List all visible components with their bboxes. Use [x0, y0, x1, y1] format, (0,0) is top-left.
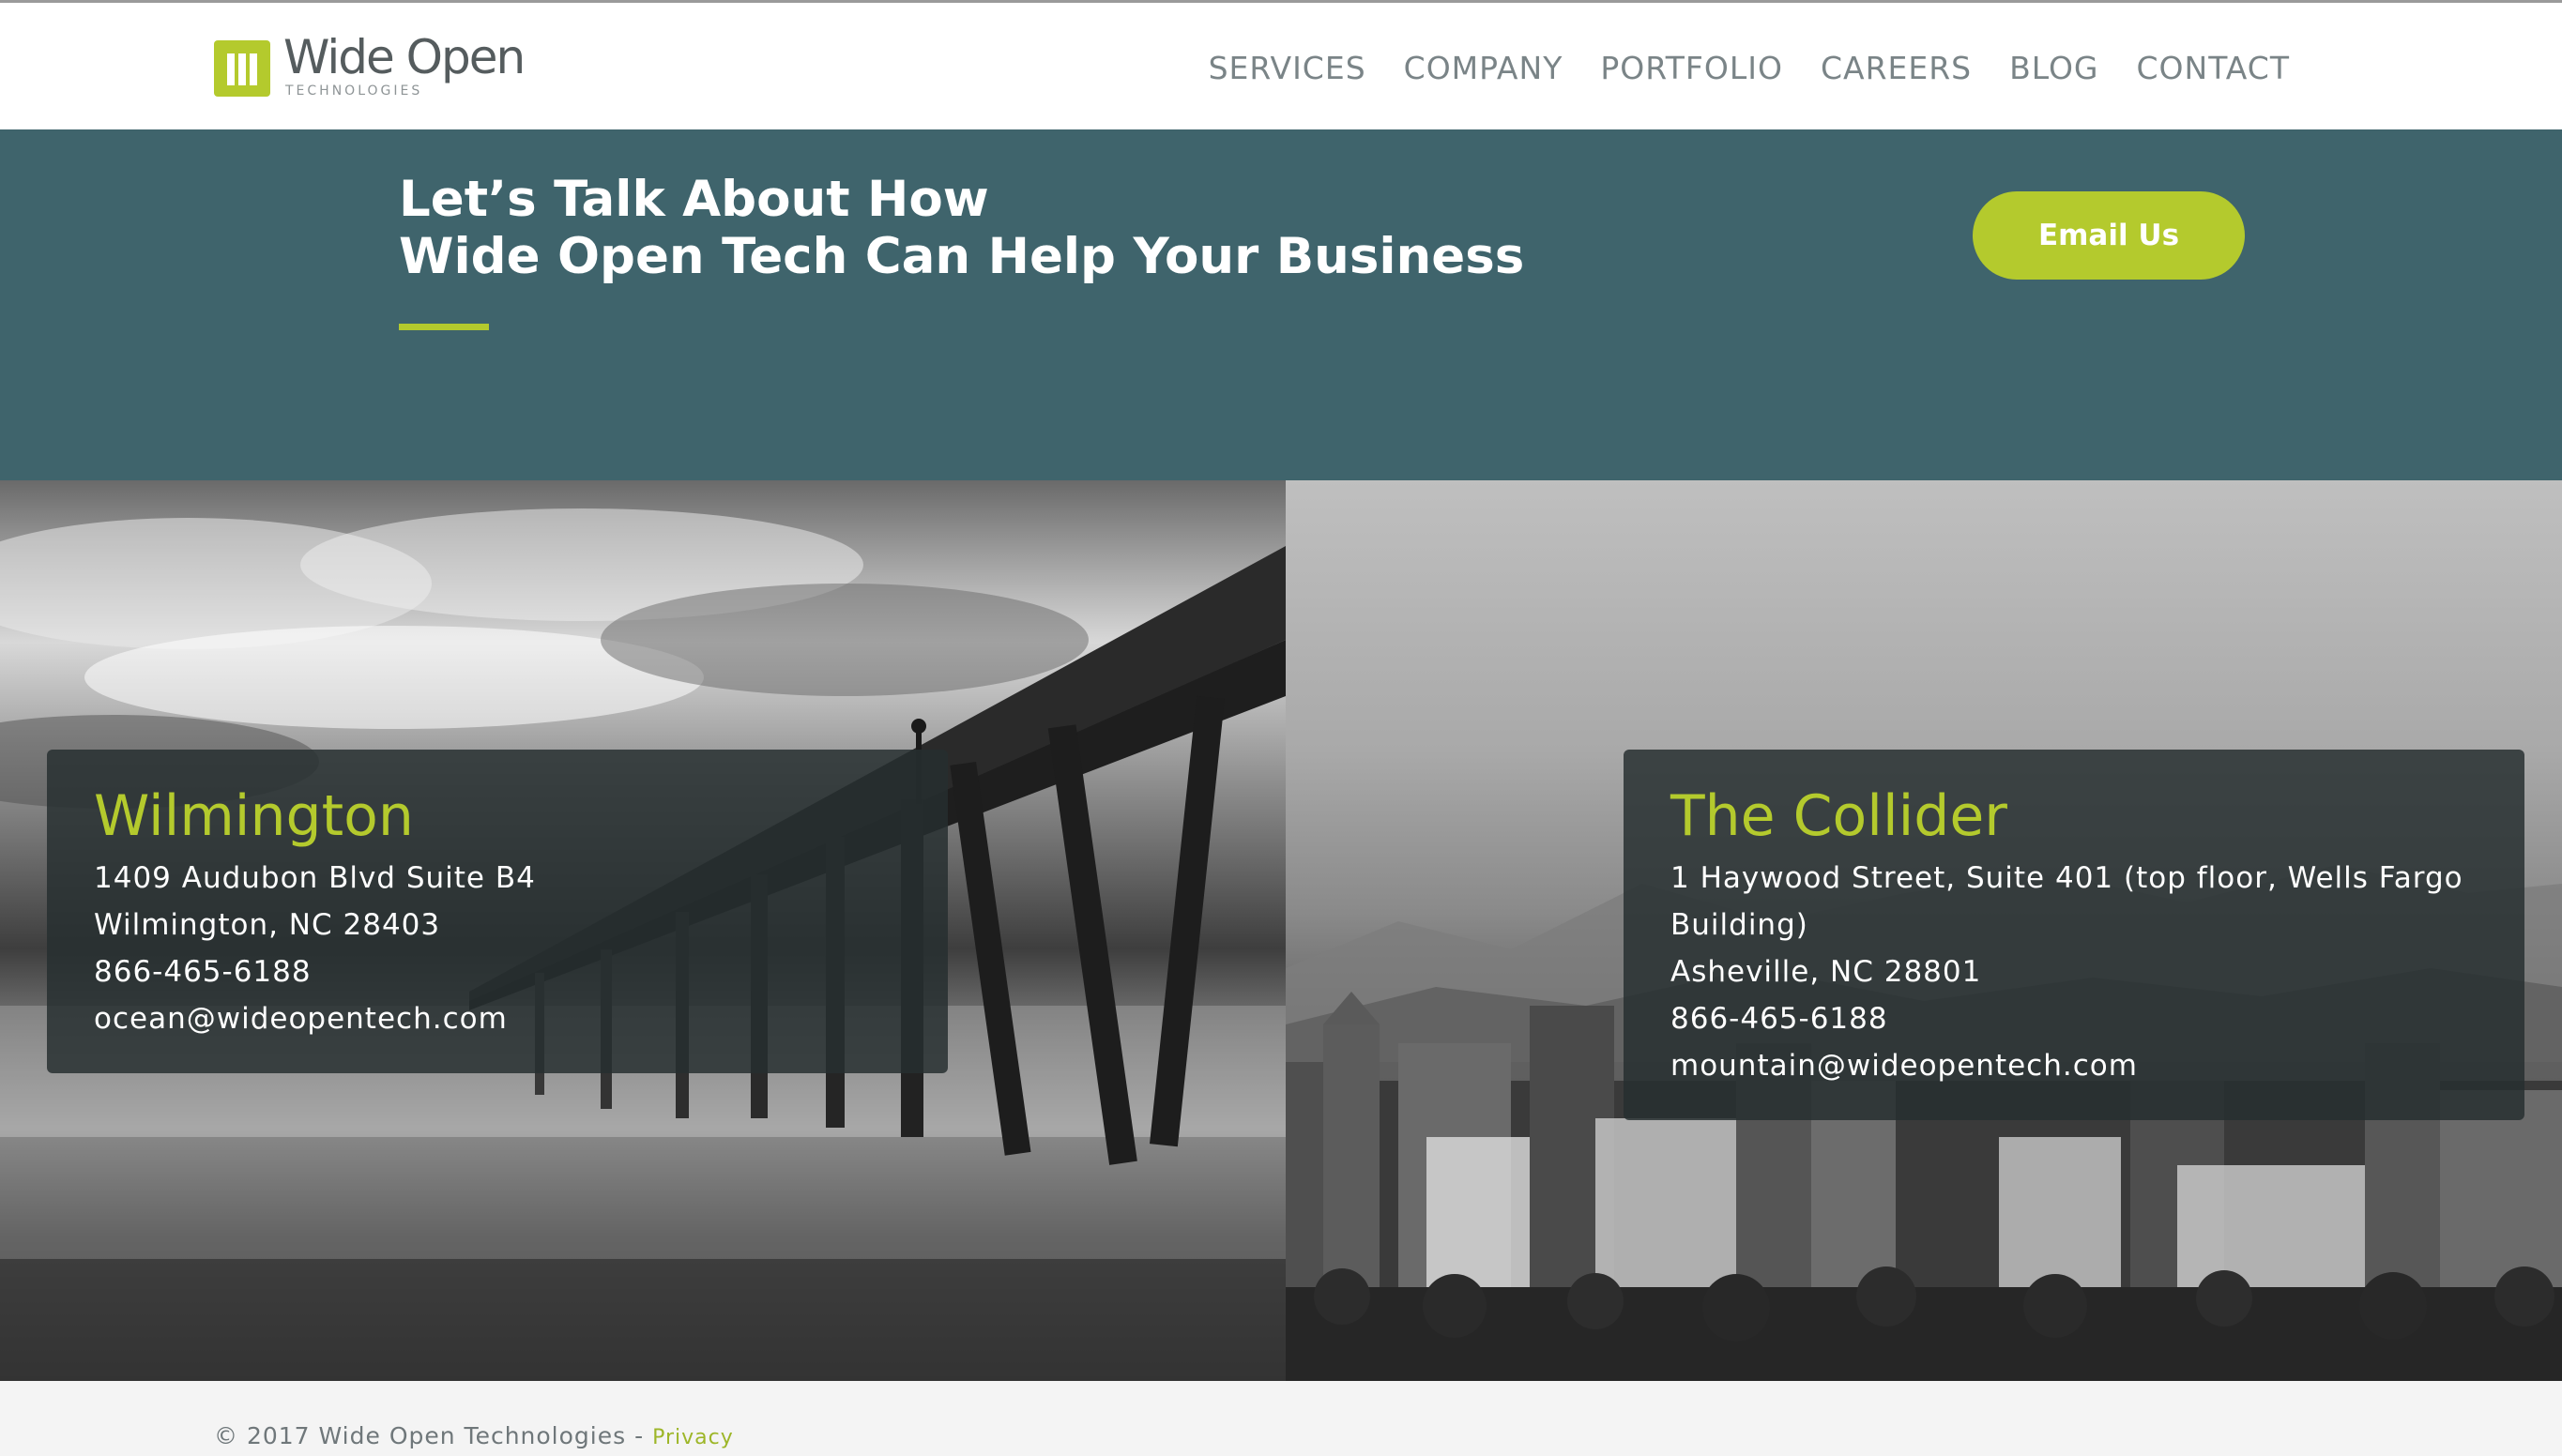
- main-nav: SERVICES COMPANY PORTFOLIO CAREERS BLOG …: [1171, 50, 2290, 86]
- copyright-text: © 2017 Wide Open Technologies -: [214, 1422, 653, 1449]
- address-line: 1409 Audubon Blvd Suite B4: [94, 861, 536, 895]
- email-us-button[interactable]: Email Us: [1973, 191, 2245, 280]
- site-logo[interactable]: Wide Open TECHNOLOGIES: [214, 30, 526, 102]
- location-collider: The Collider 1 Haywood Street, Suite 401…: [1286, 480, 2562, 1381]
- hero-accent-rule: [399, 324, 489, 330]
- logo-mark-icon: [214, 40, 270, 97]
- nav-blog[interactable]: BLOG: [2009, 50, 2098, 86]
- email-address: mountain@wideopentech.com: [1670, 1049, 2138, 1083]
- hero-title-line-1: Let’s Talk About How: [399, 171, 989, 228]
- privacy-link[interactable]: Privacy: [652, 1426, 734, 1449]
- location-card-wilmington: Wilmington 1409 Audubon Blvd Suite B4 Wi…: [47, 750, 948, 1073]
- nav-careers[interactable]: CAREERS: [1821, 50, 1972, 86]
- phone-number: 866-465-6188: [94, 955, 312, 989]
- nav-services[interactable]: SERVICES: [1209, 50, 1366, 86]
- hero-title-line-2: Wide Open Tech Can Help Your Business: [399, 228, 1525, 285]
- phone-number: 866-465-6188: [1670, 1002, 1888, 1036]
- location-name: Wilmington: [94, 783, 414, 849]
- logo-wordmark: Wide Open: [283, 30, 526, 84]
- location-card-collider: The Collider 1 Haywood Street, Suite 401…: [1624, 750, 2524, 1120]
- nav-portfolio[interactable]: PORTFOLIO: [1600, 50, 1783, 86]
- footer-copyright-row: © 2017 Wide Open Technologies - Privacy: [214, 1422, 734, 1449]
- hero-title: Let’s Talk About How Wide Open Tech Can …: [399, 171, 1807, 285]
- site-footer: © 2017 Wide Open Technologies - Privacy: [0, 1381, 2562, 1456]
- city-line: Asheville, NC 28801: [1670, 955, 1982, 989]
- location-name: The Collider: [1670, 783, 2007, 849]
- location-wilmington: Wilmington 1409 Audubon Blvd Suite B4 Wi…: [0, 480, 1286, 1381]
- address-line: 1 Haywood Street, Suite 401 (top floor, …: [1670, 861, 2463, 895]
- email-address: ocean@wideopentech.com: [94, 1002, 508, 1036]
- address-line-continued: Building): [1670, 908, 1808, 942]
- city-line: Wilmington, NC 28403: [94, 908, 441, 942]
- nav-company[interactable]: COMPANY: [1404, 50, 1563, 86]
- hero-banner: Let’s Talk About How Wide Open Tech Can …: [0, 129, 2562, 480]
- site-header: Wide Open TECHNOLOGIES SERVICES COMPANY …: [0, 3, 2562, 129]
- logo-subtitle: TECHNOLOGIES: [285, 83, 423, 99]
- nav-contact[interactable]: CONTACT: [2137, 50, 2291, 86]
